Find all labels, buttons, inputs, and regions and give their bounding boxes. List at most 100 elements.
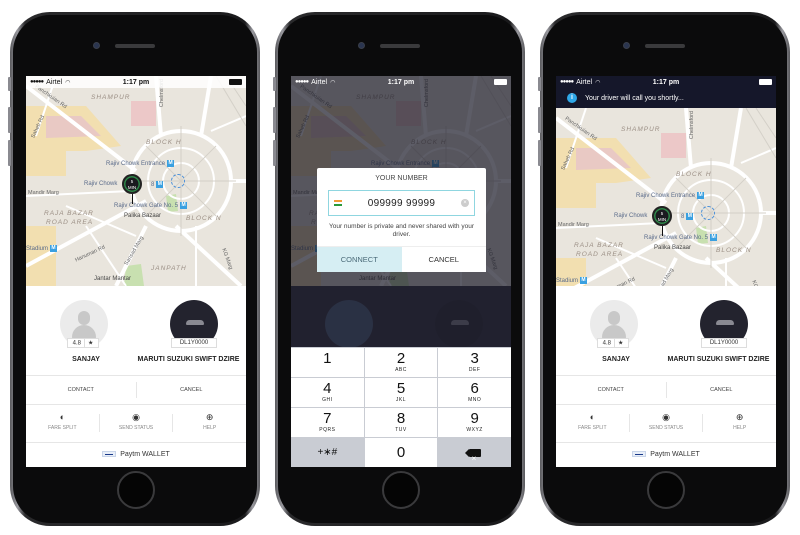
key-digit: 6 — [470, 380, 479, 397]
contact-number-screen: SHAMPUR BLOCK H BLOCK N RAJA BAZAR ROAD … — [291, 76, 511, 467]
map-view[interactable]: SHAMPUR BLOCK H BLOCK N RAJA BAZAR ROAD … — [556, 108, 776, 286]
key-5[interactable]: 5 JKL — [364, 378, 438, 407]
map-label-area: BLOCK H — [146, 139, 182, 146]
fare-split-button[interactable]: ◐ FARE SPLIT — [26, 404, 99, 442]
battery-icon — [494, 79, 507, 85]
cancel-trip-button[interactable]: CANCEL — [137, 376, 247, 404]
divider — [83, 339, 85, 347]
status-bar: ●●●●● Airtel ◠ 1:17 pm — [26, 76, 246, 88]
key-digit: 8 — [396, 410, 406, 427]
privacy-note: Your number is private and never shared … — [328, 223, 474, 238]
your-number-dialog: YOUR NUMBER 099999 99999 × Your number i… — [317, 168, 486, 272]
cancel-button[interactable]: CANCEL — [401, 247, 486, 272]
driver-panel: 4.8 ★ DL1Y0000 SANJAY MARUTI SUZUKI SWIFT… — [556, 286, 776, 467]
camera-icon — [623, 42, 630, 49]
notification-banner[interactable]: i Your driver will call you shortly... — [556, 88, 776, 108]
help-button[interactable]: ⊕ HELP — [703, 404, 776, 442]
map-label-place: Jantar Mantar — [94, 276, 132, 282]
person-icon-body — [602, 325, 626, 339]
payment-label: Paytm WALLET — [120, 451, 170, 458]
map-label-metro: Rajiv Chowk — [84, 181, 118, 187]
phone-number-input[interactable]: 099999 99999 × — [328, 190, 475, 216]
map-label-place: Palika Bazaar — [124, 213, 162, 219]
map-label-area: SHAMPUR — [91, 94, 131, 101]
mute-switch — [8, 77, 11, 91]
key-letters: DEF — [468, 367, 481, 373]
payment-method[interactable]: Paytm WALLET — [26, 443, 246, 467]
map-label-metro: Rajiv Chowk Gate No. 5M — [644, 234, 718, 242]
eta-pin[interactable]: 5MIN — [652, 206, 672, 236]
volume-up-button — [8, 107, 11, 133]
key-digit: 4 — [323, 380, 332, 397]
key-8[interactable]: 8 TUV — [364, 408, 438, 437]
cancel-trip-button[interactable]: CANCEL — [667, 376, 777, 404]
info-icon: i — [567, 93, 577, 103]
star-icon: ★ — [617, 340, 624, 347]
home-button[interactable] — [382, 471, 420, 509]
divider — [613, 339, 615, 347]
send-status-icon: ◉ — [662, 412, 670, 422]
map-label-area: ROAD AREA — [46, 219, 94, 226]
license-plate: DL1Y0000 — [171, 338, 217, 348]
help-button[interactable]: ⊕ HELP — [173, 404, 246, 442]
key-symbols[interactable]: +∗# — [291, 438, 364, 467]
volume-down-button — [273, 140, 276, 166]
key-letters: JKL — [395, 397, 407, 403]
key-7[interactable]: 7 PQRS — [291, 408, 364, 437]
eta-pin[interactable]: 5MIN — [122, 174, 142, 204]
key-3[interactable]: 3 DEF — [438, 348, 511, 377]
metro-icon: M — [697, 192, 705, 199]
trip-actions: CONTACT CANCEL — [26, 376, 246, 404]
volume-up-button — [273, 107, 276, 133]
contact-button[interactable]: CONTACT — [556, 376, 666, 404]
key-digit: 3 — [470, 350, 479, 367]
status-bar: ●●●●● Airtel ◠ 1:17 pm — [556, 76, 776, 88]
send-status-icon: ◉ — [132, 412, 140, 422]
help-icon: ⊕ — [735, 412, 744, 422]
key-4[interactable]: 4 GHI — [291, 378, 364, 407]
home-button[interactable] — [117, 471, 155, 509]
map-label-road: Chelmsford — [689, 110, 696, 140]
key-digit: 5 — [396, 380, 406, 397]
fare-split-label: FARE SPLIT — [578, 425, 607, 431]
battery-icon — [229, 79, 242, 85]
car-model: MARUTI SUZUKI SWIFT DZIRE — [667, 356, 770, 363]
payment-method[interactable]: Paytm WALLET — [556, 443, 776, 467]
map-label-road: Mandir Marg — [558, 222, 589, 228]
map-label-area: ROAD AREA — [576, 251, 624, 258]
clear-input-icon[interactable]: × — [461, 199, 469, 207]
payment-label: Paytm WALLET — [650, 451, 700, 458]
metro-icon: M — [50, 245, 58, 252]
backspace-icon — [464, 447, 481, 467]
map-label-area: RAJA BAZAR — [574, 242, 624, 249]
india-flag-icon[interactable] — [334, 200, 342, 206]
map-label-area: BLOCK N — [186, 215, 222, 222]
key-0[interactable]: 0 — [364, 438, 438, 467]
camera-icon — [93, 42, 100, 49]
home-button[interactable] — [647, 471, 685, 509]
key-6[interactable]: 6 MNO — [438, 378, 511, 407]
driver-rating-badge: 4.8 ★ — [67, 338, 99, 348]
send-status-button[interactable]: ◉ SEND STATUS — [100, 404, 173, 442]
help-label: HELP — [203, 425, 217, 431]
key-2[interactable]: 2 ABC — [364, 348, 438, 377]
dialog-buttons: CONNECT CANCEL — [317, 246, 486, 272]
speaker-grille — [380, 44, 420, 48]
battery-icon — [759, 79, 772, 85]
connect-button[interactable]: CONNECT — [317, 247, 402, 272]
metro-icon: M — [686, 213, 694, 220]
key-9[interactable]: 9 WXYZ — [438, 408, 511, 437]
metro-icon: M — [167, 160, 175, 167]
key-1[interactable]: 1 — [291, 348, 364, 377]
map-view[interactable]: SHAMPUR BLOCK H BLOCK N RAJA BAZAR ROAD … — [26, 76, 246, 286]
speaker-grille — [115, 44, 155, 48]
key-backspace[interactable] — [438, 438, 511, 467]
send-status-button[interactable]: ◉ SEND STATUS — [630, 404, 703, 442]
contact-button[interactable]: CONTACT — [26, 376, 136, 404]
map-label-metro: StadiumM — [26, 245, 58, 253]
fare-split-button[interactable]: ◐ FARE SPLIT — [556, 404, 629, 442]
mute-switch — [538, 77, 541, 91]
map-label-area: JANPATH — [151, 265, 187, 272]
key-digit: 0 — [396, 444, 406, 461]
trip-screen: SHAMPUR BLOCK H BLOCK N RAJA BAZAR ROAD … — [26, 76, 246, 467]
